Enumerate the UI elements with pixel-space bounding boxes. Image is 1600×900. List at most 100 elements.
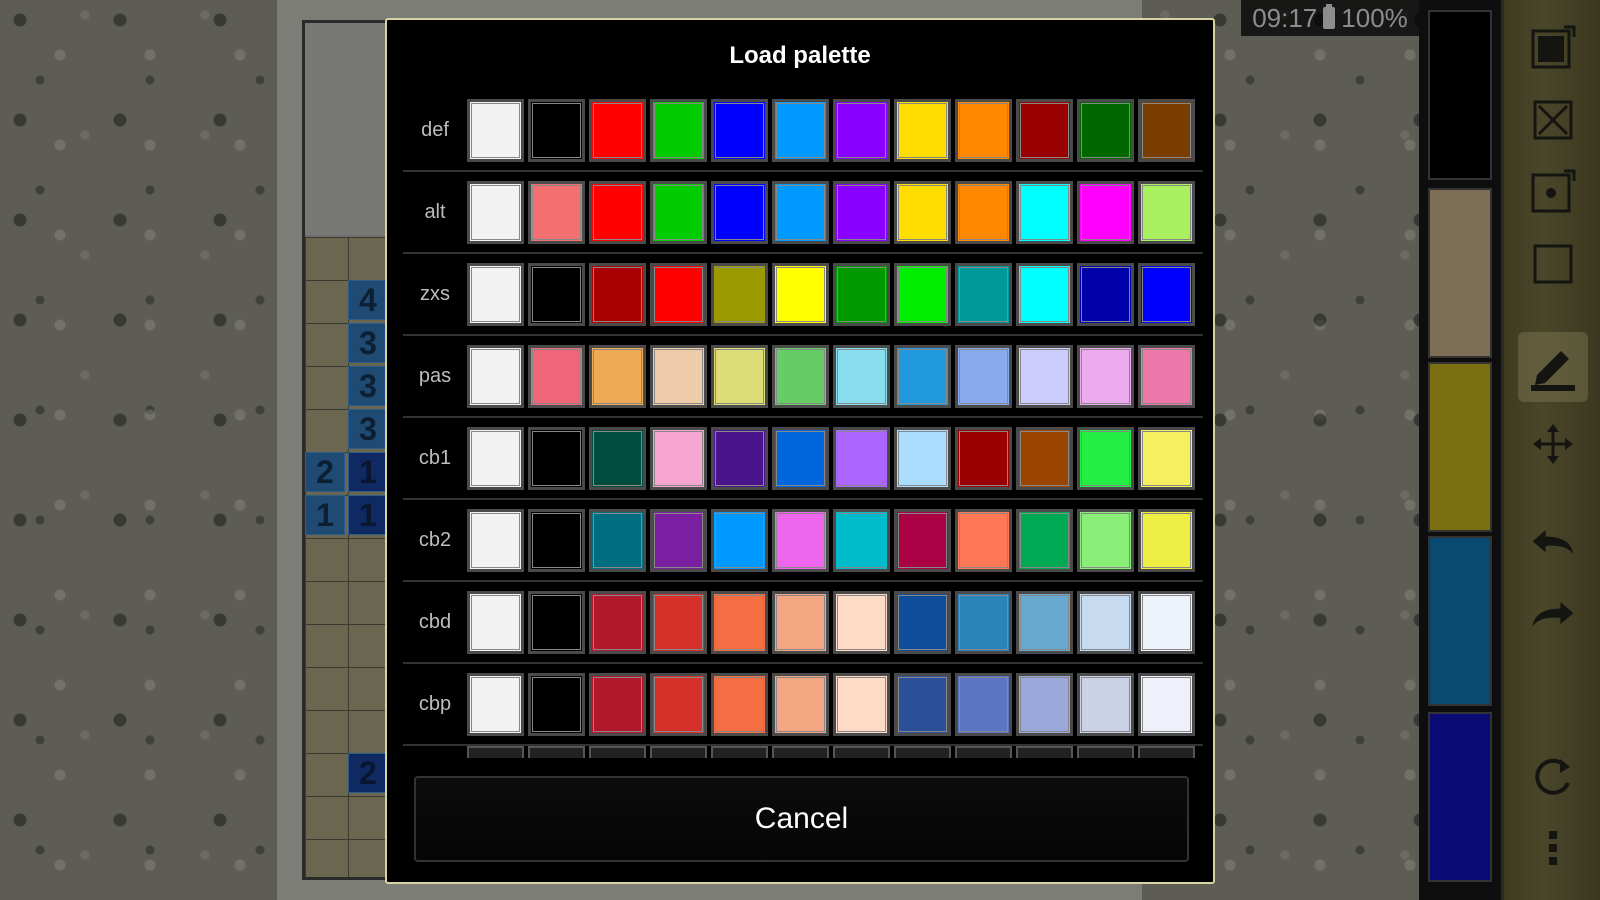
- clue-number: 1: [348, 452, 388, 492]
- color-swatch: [467, 426, 524, 490]
- cancel-button[interactable]: Cancel: [414, 776, 1189, 862]
- color-swatch: [894, 98, 951, 162]
- pencil-ruler-icon[interactable]: [1518, 332, 1588, 402]
- battery-level: 100%: [1341, 2, 1408, 33]
- clue-number: 2: [348, 753, 388, 793]
- color-swatch: [650, 344, 707, 408]
- side-color-swatch[interactable]: [1428, 188, 1492, 358]
- color-swatch: [1138, 590, 1195, 654]
- palette-row-cb1[interactable]: cb1: [403, 418, 1203, 500]
- color-swatch: [955, 746, 1012, 758]
- clue-number: 3: [348, 366, 388, 406]
- color-swatch: [711, 262, 768, 326]
- side-color-swatch[interactable]: [1428, 536, 1492, 706]
- color-swatch: [467, 672, 524, 736]
- color-swatch: [711, 426, 768, 490]
- color-swatch: [1138, 262, 1195, 326]
- color-swatch: [1077, 746, 1134, 758]
- palette-row-partial[interactable]: [403, 746, 1203, 758]
- clue-number: 1: [348, 495, 388, 535]
- palette-row-def[interactable]: def: [403, 90, 1203, 172]
- color-swatch: [589, 344, 646, 408]
- color-swatch: [1077, 672, 1134, 736]
- color-swatch: [467, 262, 524, 326]
- cross-icon[interactable]: [1529, 96, 1577, 144]
- color-swatch: [772, 180, 829, 244]
- color-swatch: [711, 180, 768, 244]
- color-swatch: [528, 590, 585, 654]
- redo-icon[interactable]: [1529, 592, 1577, 640]
- color-swatch: [833, 262, 890, 326]
- palette-swatches: [467, 426, 1195, 490]
- color-swatch: [1016, 98, 1073, 162]
- more-icon[interactable]: [1529, 824, 1577, 872]
- palette-row-cbp[interactable]: cbp: [403, 664, 1203, 746]
- color-swatch: [894, 746, 951, 758]
- color-swatch: [833, 180, 890, 244]
- palette-row-alt[interactable]: alt: [403, 172, 1203, 254]
- color-swatch: [1138, 508, 1195, 572]
- side-color-swatch[interactable]: [1428, 362, 1492, 532]
- color-swatch: [1077, 344, 1134, 408]
- color-swatch: [528, 344, 585, 408]
- clue-number: 4: [348, 280, 388, 320]
- palette-name: cb1: [418, 446, 452, 469]
- palette-row-pas[interactable]: pas: [403, 336, 1203, 418]
- palette-row-zxs[interactable]: zxs: [403, 254, 1203, 336]
- palette-swatches: [467, 262, 1195, 326]
- color-swatch: [1016, 508, 1073, 572]
- color-swatch: [467, 344, 524, 408]
- color-swatch: [711, 98, 768, 162]
- palette-row-cbd[interactable]: cbd: [403, 582, 1203, 664]
- refresh-icon[interactable]: [1529, 752, 1577, 800]
- side-color-swatch[interactable]: [1428, 10, 1492, 180]
- color-swatch: [467, 508, 524, 572]
- palette-row-cb2[interactable]: cb2: [403, 500, 1203, 582]
- color-swatch: [955, 344, 1012, 408]
- color-swatch: [528, 746, 585, 758]
- color-swatch: [894, 426, 951, 490]
- color-swatch: [650, 746, 707, 758]
- palette-name: def: [421, 118, 449, 141]
- color-swatch: [772, 590, 829, 654]
- color-swatch: [1016, 262, 1073, 326]
- palette-swatches: [467, 180, 1195, 244]
- palette-swatches: [467, 98, 1195, 162]
- palette-name: pas: [418, 364, 452, 387]
- color-swatch: [650, 98, 707, 162]
- undo-icon[interactable]: [1529, 520, 1577, 568]
- color-swatch: [589, 746, 646, 758]
- color-swatch: [711, 672, 768, 736]
- color-swatch: [955, 98, 1012, 162]
- color-swatch: [772, 746, 829, 758]
- color-swatch: [589, 508, 646, 572]
- palette-list[interactable]: def alt zxs pas cb1 cb2 cbd cbp: [403, 90, 1203, 772]
- empty-square-icon[interactable]: [1529, 240, 1577, 288]
- color-palette-column: [1419, 0, 1501, 900]
- color-swatch: [955, 180, 1012, 244]
- color-swatch: [894, 672, 951, 736]
- color-swatch: [955, 262, 1012, 326]
- color-swatch: [1016, 426, 1073, 490]
- toolbar: [1501, 0, 1600, 900]
- color-swatch: [894, 180, 951, 244]
- color-swatch: [528, 262, 585, 326]
- color-swatch: [1138, 180, 1195, 244]
- color-swatch: [650, 590, 707, 654]
- color-swatch: [1016, 590, 1073, 654]
- color-swatch: [467, 590, 524, 654]
- battery-icon: [1323, 4, 1336, 29]
- clue-number: 3: [348, 409, 388, 449]
- color-swatch: [589, 180, 646, 244]
- move-icon[interactable]: [1529, 420, 1577, 468]
- color-swatch: [1138, 98, 1195, 162]
- fill-square-icon[interactable]: [1529, 24, 1577, 72]
- color-swatch: [1138, 426, 1195, 490]
- color-swatch: [772, 262, 829, 326]
- color-swatch: [650, 262, 707, 326]
- dot-icon[interactable]: [1529, 168, 1577, 216]
- color-swatch: [467, 746, 524, 758]
- color-swatch: [1138, 746, 1195, 758]
- clue-number: 1: [305, 495, 345, 535]
- side-color-swatch[interactable]: [1428, 712, 1492, 882]
